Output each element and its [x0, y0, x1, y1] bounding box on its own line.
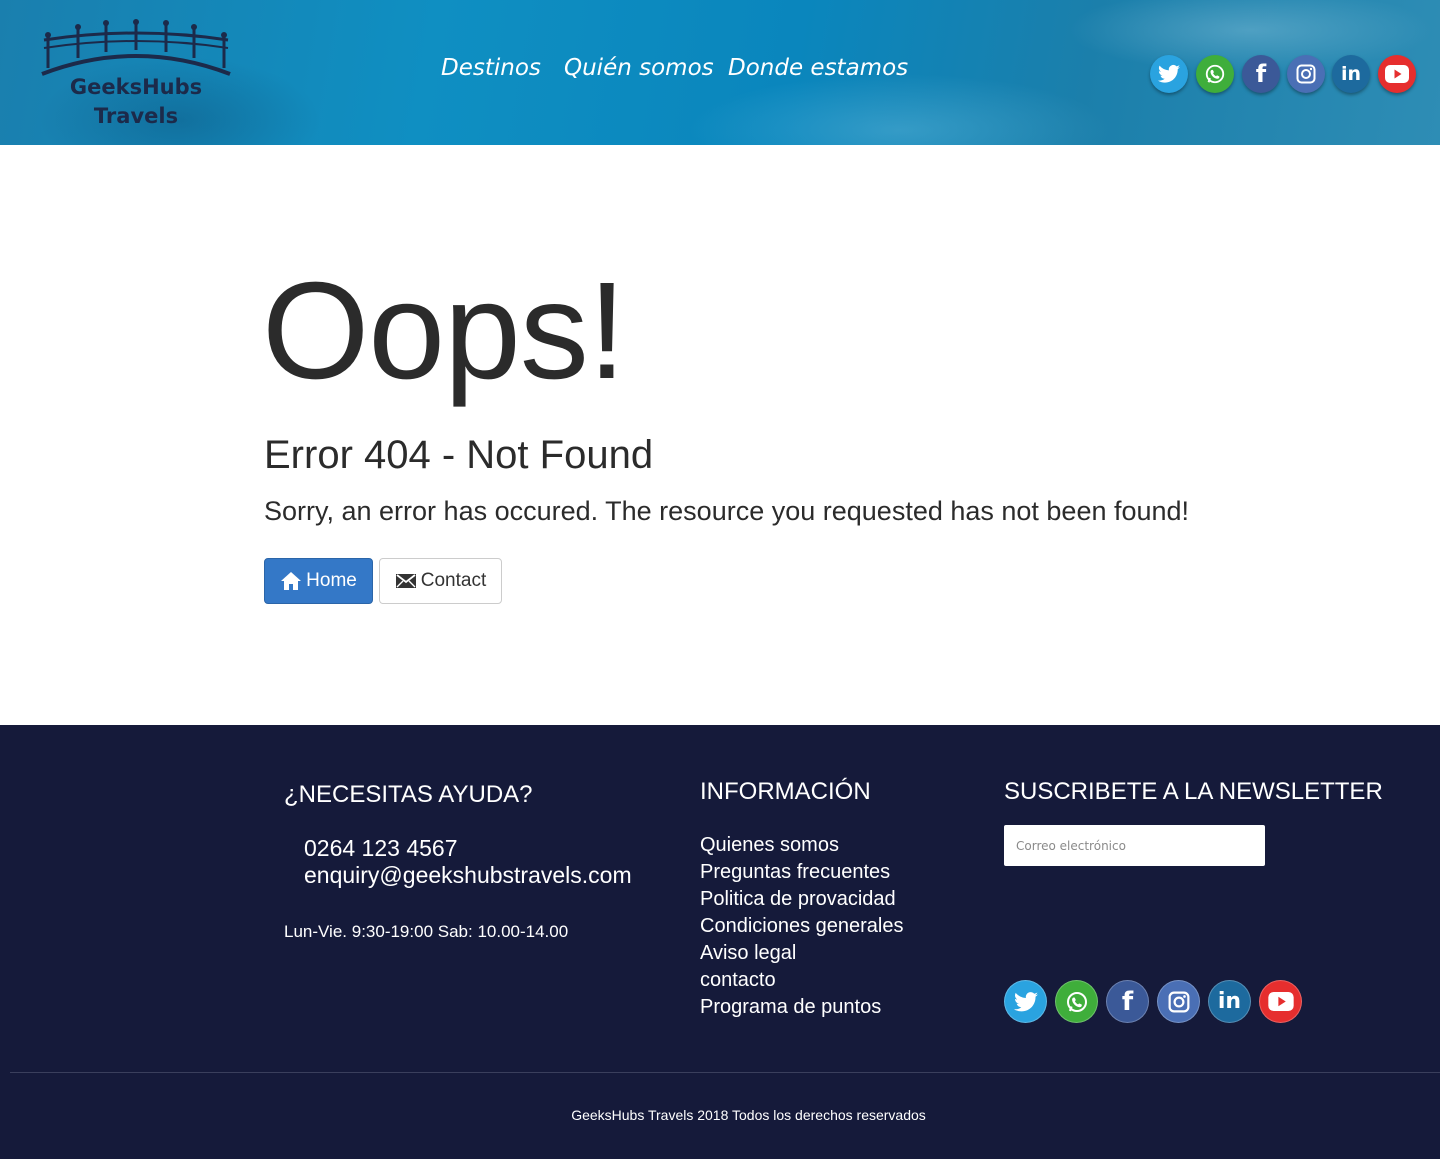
link-preguntas-frecuentes[interactable]: Preguntas frecuentes [700, 859, 903, 886]
whatsapp-icon[interactable] [1196, 55, 1234, 93]
newsletter-heading: SUSCRIBETE A LA NEWSLETTER [1004, 778, 1383, 805]
youtube-icon[interactable] [1378, 55, 1416, 93]
oops-heading: Oops! [262, 254, 626, 408]
link-condiciones-generales[interactable]: Condiciones generales [700, 913, 903, 940]
linkedin-icon[interactable]: in [1332, 55, 1370, 93]
email-address[interactable]: enquiry@geekshubstravels.com [304, 862, 632, 889]
nav-quien-somos[interactable]: Quién somos [564, 55, 714, 81]
home-icon [281, 572, 302, 590]
newsletter-email-input[interactable] [1004, 825, 1265, 866]
info-heading: INFORMACIÓN [700, 778, 871, 805]
site-footer: ¿NECESITAS AYUDA? 0264 123 4567 enquiry@… [0, 725, 1440, 1159]
envelope-icon [395, 574, 416, 588]
linkedin-icon[interactable]: in [1208, 980, 1251, 1023]
twitter-icon[interactable] [1004, 980, 1047, 1023]
whatsapp-icon[interactable] [1055, 980, 1098, 1023]
facebook-icon[interactable]: f [1106, 980, 1149, 1023]
info-links: Quienes somos Preguntas frecuentes Polit… [700, 832, 903, 1021]
link-contacto[interactable]: contacto [700, 967, 903, 994]
help-heading: ¿NECESITAS AYUDA? [284, 781, 533, 808]
phone-number[interactable]: 0264 123 4567 [304, 835, 458, 862]
copyright-text: GeeksHubs Travels 2018 Todos los derecho… [571, 1107, 926, 1123]
site-header: GeeksHubs Travels Destinos Quién somos D… [0, 0, 1440, 145]
instagram-icon[interactable] [1287, 55, 1325, 93]
nav-donde-estamos[interactable]: Donde estamos [728, 55, 908, 81]
facebook-icon[interactable]: f [1242, 55, 1280, 93]
site-logo[interactable]: GeeksHubs Travels [38, 18, 234, 130]
logo-text-line2: Travels [93, 104, 179, 128]
footer-divider [10, 1072, 1440, 1073]
link-aviso-legal[interactable]: Aviso legal [700, 940, 903, 967]
link-quienes-somos[interactable]: Quienes somos [700, 832, 903, 859]
contact-button[interactable]: Contact [379, 558, 502, 604]
error-description: Sorry, an error has occured. The resourc… [264, 496, 1190, 526]
bridge-icon [41, 19, 231, 76]
error-title: Error 404 - Not Found [264, 433, 654, 477]
home-button[interactable]: Home [264, 558, 373, 604]
link-politica-privacidad[interactable]: Politica de provacidad [700, 886, 903, 913]
twitter-icon[interactable] [1150, 55, 1188, 93]
nav-destinos[interactable]: Destinos [441, 55, 541, 81]
opening-hours: Lun-Vie. 9:30-19:00 Sab: 10.00-14.00 [284, 922, 569, 941]
home-button-label: Home [306, 570, 357, 591]
youtube-icon[interactable] [1259, 980, 1302, 1023]
logo-text-line1: GeeksHubs [69, 75, 203, 99]
link-programa-puntos[interactable]: Programa de puntos [700, 994, 903, 1021]
contact-button-label: Contact [420, 570, 487, 591]
instagram-icon[interactable] [1157, 980, 1200, 1023]
